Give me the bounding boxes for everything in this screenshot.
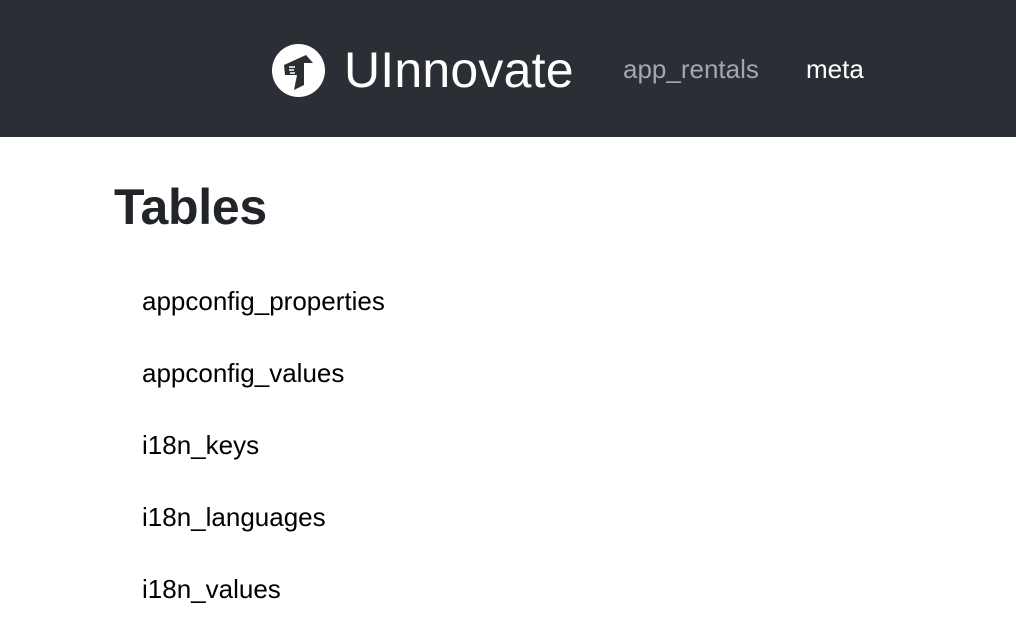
table-item-i18n-values[interactable]: i18n_values	[142, 571, 385, 643]
table-item-i18n-languages[interactable]: i18n_languages	[142, 499, 385, 571]
nav-link-app-rentals[interactable]: app_rentals	[623, 52, 759, 86]
navbar: UInnovate app_rentals meta	[0, 0, 1016, 137]
table-item-appconfig-properties[interactable]: appconfig_properties	[142, 283, 385, 355]
brand-link[interactable]: UInnovate	[271, 40, 574, 100]
brand-name: UInnovate	[344, 42, 574, 98]
uinnovate-logo-icon	[271, 43, 326, 98]
table-item-i18n-keys[interactable]: i18n_keys	[142, 427, 385, 499]
table-item-appconfig-values[interactable]: appconfig_values	[142, 355, 385, 427]
nav-link-meta[interactable]: meta	[806, 52, 864, 86]
table-list: appconfig_properties appconfig_values i1…	[142, 283, 385, 643]
page-title: Tables	[114, 179, 267, 235]
